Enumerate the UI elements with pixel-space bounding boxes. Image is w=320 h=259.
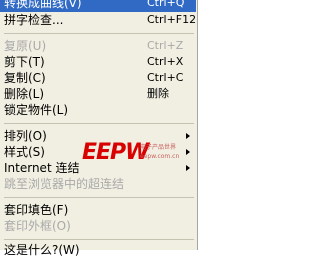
submenu-arrow-icon: [186, 165, 190, 171]
menu-item-label: 锁定物件(L): [4, 103, 69, 117]
menu-item-jump-to-hyperlink[interactable]: 跳至浏览器中的超连结: [0, 175, 196, 193]
context-menu: 转换成曲线(V) Ctrl+Q 拼字检查... Ctrl+F12 复原(U) C…: [0, 0, 198, 257]
watermark-url: eepw.com.cn: [140, 153, 180, 160]
menu-item-spell-check[interactable]: 拼字检查... Ctrl+F12: [0, 11, 196, 29]
menu-item-overprint-outline[interactable]: 套印外框(O): [0, 217, 196, 235]
menu-item-lock-object[interactable]: 锁定物件(L): [0, 101, 196, 119]
menu-item-whats-this[interactable]: 这是什么?(W): [0, 241, 196, 259]
eepw-watermark: EEPW 电子产品世界 eepw.com.cn: [82, 140, 182, 166]
watermark-subtitle: 电子产品世界: [140, 144, 177, 151]
menu-separator: [4, 239, 194, 240]
menu-item-label: 跳至浏览器中的超连结: [4, 177, 125, 191]
menu-item-shortcut: Ctrl+F12: [147, 13, 197, 26]
menu-separator: [4, 197, 194, 198]
menu-separator: [4, 33, 194, 34]
watermark-logo: EEPW: [82, 140, 149, 165]
menu-item-label: 这是什么?(W): [4, 243, 80, 257]
menu-item-label: 套印外框(O): [4, 219, 71, 233]
menu-separator: [4, 123, 194, 124]
menu-item-label: 拼字检查...: [4, 13, 64, 27]
submenu-arrow-icon: [186, 133, 190, 139]
submenu-arrow-icon: [186, 149, 190, 155]
